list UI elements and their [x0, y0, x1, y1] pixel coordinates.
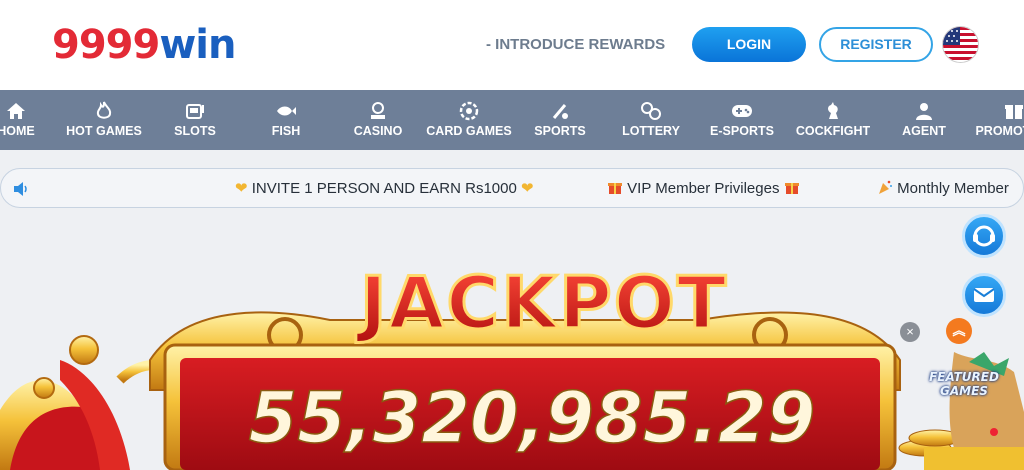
- customer-support-button[interactable]: [962, 214, 1006, 258]
- nav-item-cockfight[interactable]: COCKFIGHT: [787, 90, 879, 150]
- nav-label: HOME: [0, 124, 35, 138]
- nav-item-fish[interactable]: FISH: [240, 90, 332, 150]
- slot-machine-icon: [149, 90, 241, 124]
- marquee-text-invite: INVITE 1 PERSON AND EARN Rs1000: [251, 180, 517, 197]
- jackpot-title: JACKPOT: [355, 261, 728, 345]
- dealer-icon: [332, 90, 424, 124]
- featured-games-widget[interactable]: FEATURED GAMES: [924, 352, 1024, 470]
- marquee-item: Monthly Member: [877, 179, 1009, 199]
- marquee-item: ❤︎ INVITE 1 PERSON AND EARN Rs1000 ❤︎: [235, 179, 534, 199]
- marquee-item: VIP Member Privileges: [607, 179, 800, 199]
- featured-games-label: FEATURED GAMES: [924, 370, 1004, 398]
- nav-label: FISH: [271, 124, 301, 138]
- nav-label: E-SPORTS: [710, 124, 774, 138]
- nav-label: CARD GAMES: [426, 124, 512, 138]
- lottery-balls-icon: [605, 90, 697, 124]
- nav-label: COCKFIGHT: [795, 124, 871, 138]
- nav-item-e-sports[interactable]: E-SPORTS: [696, 90, 788, 150]
- logo[interactable]: 9999win: [52, 20, 236, 70]
- jackpot-banner[interactable]: JACKPOT 55,320,985.29: [0, 210, 1024, 470]
- nav-label: PROMOTION: [975, 124, 1024, 138]
- nav-item-slots[interactable]: SLOTS: [149, 90, 241, 150]
- gift-box-icon: [607, 180, 627, 197]
- introduce-rewards-link[interactable]: - INTRODUCE REWARDS: [486, 35, 665, 55]
- featured-label-line1: FEATURED: [929, 370, 999, 384]
- marquee-text-vip: VIP Member Privileges: [627, 180, 780, 197]
- poker-chip-icon: [423, 90, 515, 124]
- register-button[interactable]: REGISTER: [819, 27, 933, 62]
- home-icon: [0, 90, 62, 124]
- envelope-icon: [973, 288, 995, 302]
- nav-item-casino[interactable]: CASINO: [332, 90, 424, 150]
- nav-item-hot-games[interactable]: HOT GAMES: [58, 90, 150, 150]
- gamepad-icon: [696, 90, 788, 124]
- headset-icon: [973, 225, 995, 247]
- gift-box-icon: [784, 180, 800, 197]
- nav-label: CASINO: [353, 124, 403, 138]
- nav-item-agent[interactable]: AGENT: [878, 90, 970, 150]
- us-flag-icon[interactable]: [942, 26, 979, 63]
- close-icon[interactable]: ×: [900, 322, 920, 342]
- nav-label: SLOTS: [174, 124, 216, 138]
- nav-item-promotion[interactable]: PROMOTION: [968, 90, 1024, 150]
- nav-label: AGENT: [902, 124, 946, 138]
- jackpot-artwork: JACKPOT 55,320,985.29: [0, 260, 1011, 470]
- logo-number: 9999: [52, 22, 160, 68]
- speaker-icon: [11, 179, 31, 199]
- party-popper-icon: [877, 180, 897, 197]
- message-button[interactable]: [962, 273, 1006, 317]
- rooster-icon: [787, 90, 879, 124]
- featured-label-line2: GAMES: [940, 384, 988, 398]
- agent-icon: [878, 90, 970, 124]
- logo-word: win: [159, 22, 236, 68]
- sports-icon: [514, 90, 606, 124]
- gift-icon: [968, 90, 1024, 124]
- nav-item-home[interactable]: HOME: [0, 90, 62, 150]
- login-button[interactable]: LOGIN: [692, 27, 806, 62]
- fire-icon: [58, 90, 150, 124]
- nav-item-lottery[interactable]: LOTTERY: [605, 90, 697, 150]
- marquee-text-monthly: Monthly Member: [897, 180, 1009, 197]
- nav-item-sports[interactable]: SPORTS: [514, 90, 606, 150]
- scroll-up-button[interactable]: ︽: [946, 318, 972, 344]
- heart-hands-icon: ❤︎: [521, 180, 534, 197]
- nav-label: HOT GAMES: [66, 124, 142, 138]
- nav-label: SPORTS: [534, 124, 586, 138]
- announcement-marquee[interactable]: ❤︎ INVITE 1 PERSON AND EARN Rs1000 ❤︎ VI…: [0, 168, 1024, 208]
- heart-hands-icon: ❤︎: [235, 180, 248, 197]
- header: 9999win - INTRODUCE REWARDS LOGIN REGIST…: [0, 0, 1024, 90]
- fish-icon: [240, 90, 332, 124]
- nav-label: LOTTERY: [622, 124, 680, 138]
- nav-item-card-games[interactable]: CARD GAMES: [423, 90, 515, 150]
- main-nav: HOME HOT GAMES SLOTS FISH CASINO CARD GA…: [0, 90, 1024, 150]
- jackpot-amount: 55,320,985.29: [249, 377, 816, 459]
